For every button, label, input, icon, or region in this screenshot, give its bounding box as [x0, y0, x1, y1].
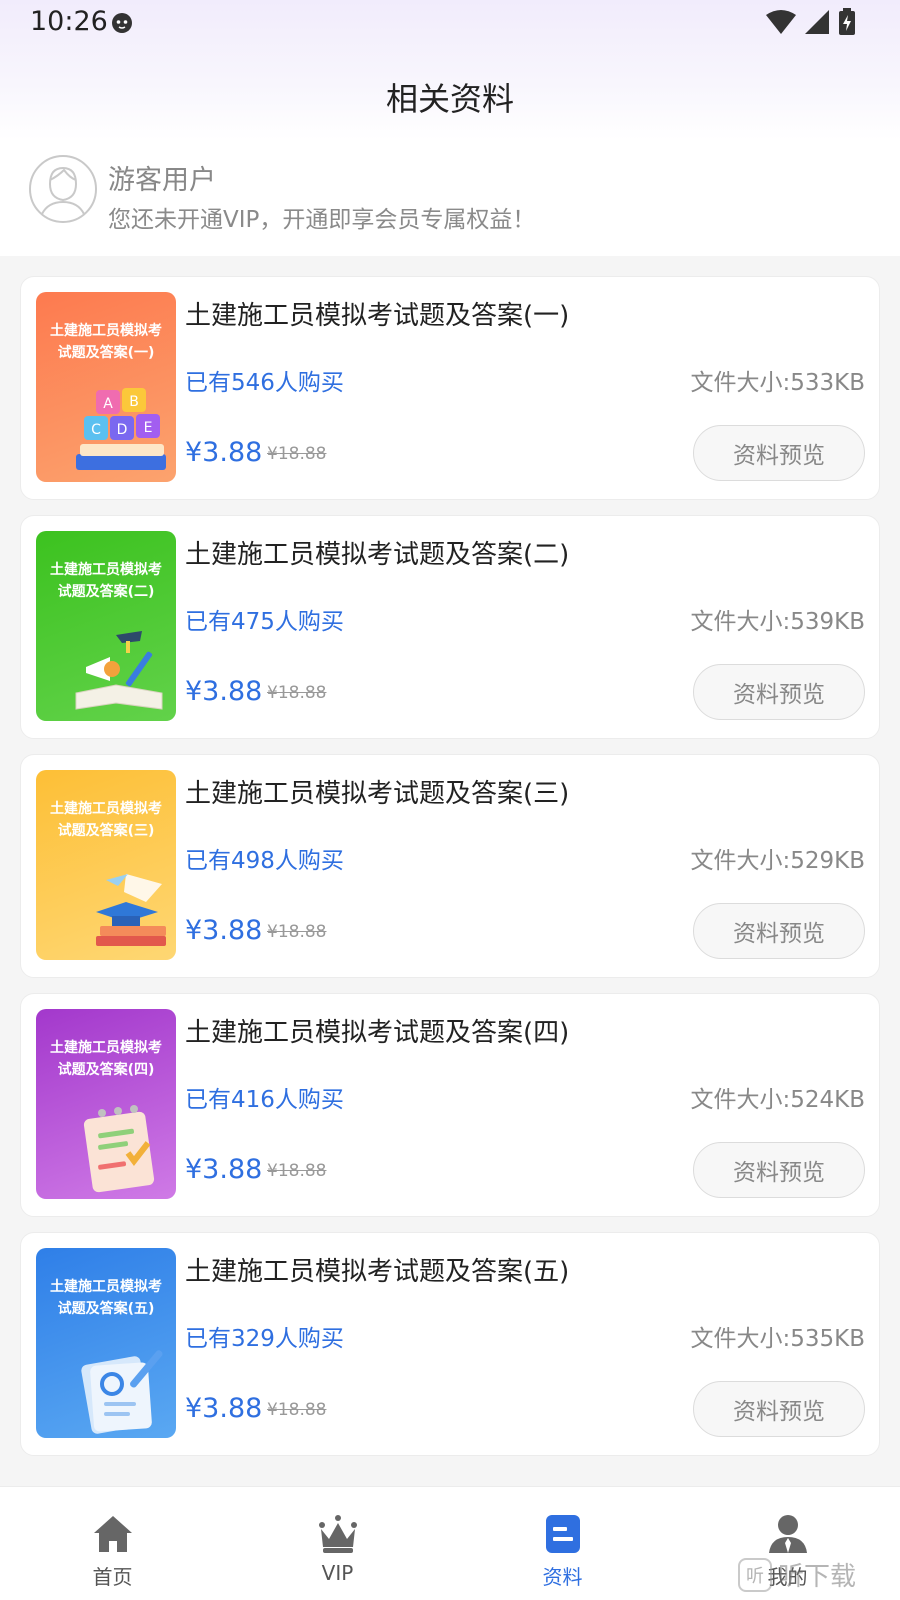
tab-label: 资料	[542, 1565, 583, 1589]
original-price: ¥18.88	[267, 1400, 327, 1420]
cover-text: 土建施工员模拟考 试题及答案(五)	[50, 1279, 162, 1317]
material-card[interactable]: 土建施工员模拟考 试题及答案(一) A B C D E 土建施工员模拟考试题及答案…	[20, 276, 880, 500]
crown-icon	[319, 1515, 357, 1553]
file-size: 文件大小:535KB	[690, 1326, 865, 1352]
wifi-icon	[766, 9, 796, 39]
original-price: ¥18.88	[267, 922, 327, 942]
watermark-text: 听下载	[778, 1562, 857, 1592]
tab-vip[interactable]: VIP	[225, 1487, 450, 1600]
tab-materials[interactable]: 资料	[450, 1487, 675, 1600]
notepad-check-icon	[83, 1105, 155, 1193]
material-title: 土建施工员模拟考试题及答案(二)	[185, 540, 570, 570]
abc-blocks-icon: A B C D E	[76, 388, 166, 470]
file-size: 文件大小:524KB	[690, 1087, 865, 1113]
battery-icon	[838, 8, 856, 40]
material-cover: 土建施工员模拟考 试题及答案(五)	[36, 1248, 176, 1438]
home-icon	[94, 1516, 132, 1552]
document-icon	[546, 1515, 580, 1553]
graduation-cap-icon	[96, 874, 166, 946]
file-size: 文件大小:539KB	[690, 609, 865, 635]
preview-button[interactable]: 资料预览	[693, 903, 865, 959]
buyer-count: 已有475人购买	[185, 609, 344, 635]
original-price: ¥18.88	[267, 1161, 327, 1181]
buyer-count: 已有416人购买	[185, 1087, 344, 1113]
preview-button[interactable]: 资料预览	[693, 1381, 865, 1437]
header-area: 10:26 相关资料	[0, 0, 900, 140]
vip-tip: 您还未开通VIP，开通即享会员专属权益！	[108, 207, 536, 233]
cover-text: 土建施工员模拟考 试题及答案(一)	[50, 323, 162, 361]
buyer-count: 已有498人购买	[185, 848, 344, 874]
book-megaphone-icon	[75, 631, 163, 710]
file-size: 文件大小:533KB	[690, 370, 865, 396]
material-card[interactable]: 土建施工员模拟考 试题及答案(二) 土建施工员模拟考试题及答案(二) 已有475人…	[20, 515, 880, 739]
document-pen-icon	[81, 1350, 163, 1434]
status-time: 10:26	[30, 6, 108, 37]
price: ¥3.88	[185, 676, 263, 707]
price: ¥3.88	[185, 915, 263, 946]
material-title: 土建施工员模拟考试题及答案(三)	[185, 779, 570, 809]
price: ¥3.88	[185, 1393, 263, 1424]
watermark-logo-icon: 听	[738, 1557, 772, 1592]
preview-button[interactable]: 资料预览	[693, 664, 865, 720]
signal-icon	[804, 9, 830, 39]
user-name: 游客用户	[108, 165, 216, 196]
page-title: 相关资料	[385, 80, 514, 118]
file-size: 文件大小:529KB	[690, 848, 865, 874]
cover-text: 土建施工员模拟考 试题及答案(二)	[50, 562, 162, 600]
cover-text: 土建施工员模拟考 试题及答案(四)	[50, 1040, 162, 1078]
svg-text:E: E	[144, 420, 153, 436]
material-card[interactable]: 土建施工员模拟考 试题及答案(三) 土建施工员模拟考试题及答案(三) 已有498人…	[20, 754, 880, 978]
status-bar: 10:26	[0, 0, 900, 46]
buyer-count: 已有329人购买	[185, 1326, 344, 1352]
price: ¥3.88	[185, 437, 263, 468]
person-icon	[769, 1515, 807, 1553]
user-info-section[interactable]: 游客用户 您还未开通VIP，开通即享会员专属权益！	[0, 140, 900, 256]
svg-text:C: C	[91, 422, 101, 438]
material-card[interactable]: 土建施工员模拟考 试题及答案(五) 土建施工员模拟考试题及答案(五) 已有329人…	[20, 1232, 880, 1456]
material-card[interactable]: 土建施工员模拟考 试题及答案(四) 土建施工员模拟考试题及答案(四) 已有416人…	[20, 993, 880, 1217]
watermark: 听 听下载	[738, 1556, 856, 1593]
tab-home[interactable]: 首页	[0, 1487, 225, 1600]
original-price: ¥18.88	[267, 444, 327, 464]
preview-button[interactable]: 资料预览	[693, 425, 865, 481]
preview-button[interactable]: 资料预览	[693, 1142, 865, 1198]
material-title: 土建施工员模拟考试题及答案(一)	[185, 301, 570, 331]
svg-text:D: D	[117, 422, 128, 438]
tab-label: VIP	[321, 1561, 354, 1585]
material-cover: 土建施工员模拟考 试题及答案(二)	[36, 531, 176, 721]
notification-cat-icon	[110, 10, 134, 38]
material-cover: 土建施工员模拟考 试题及答案(三)	[36, 770, 176, 960]
material-title: 土建施工员模拟考试题及答案(五)	[185, 1257, 570, 1287]
buyer-count: 已有546人购买	[185, 370, 344, 396]
tab-label: 首页	[92, 1565, 133, 1589]
svg-text:A: A	[103, 396, 113, 412]
svg-text:B: B	[129, 394, 139, 410]
original-price: ¥18.88	[267, 683, 327, 703]
price: ¥3.88	[185, 1154, 263, 1185]
material-title: 土建施工员模拟考试题及答案(四)	[185, 1018, 570, 1048]
cover-text: 土建施工员模拟考 试题及答案(三)	[50, 801, 162, 839]
material-cover: 土建施工员模拟考 试题及答案(四)	[36, 1009, 176, 1199]
material-cover: 土建施工员模拟考 试题及答案(一) A B C D E	[36, 292, 176, 482]
avatar[interactable]	[28, 154, 98, 224]
